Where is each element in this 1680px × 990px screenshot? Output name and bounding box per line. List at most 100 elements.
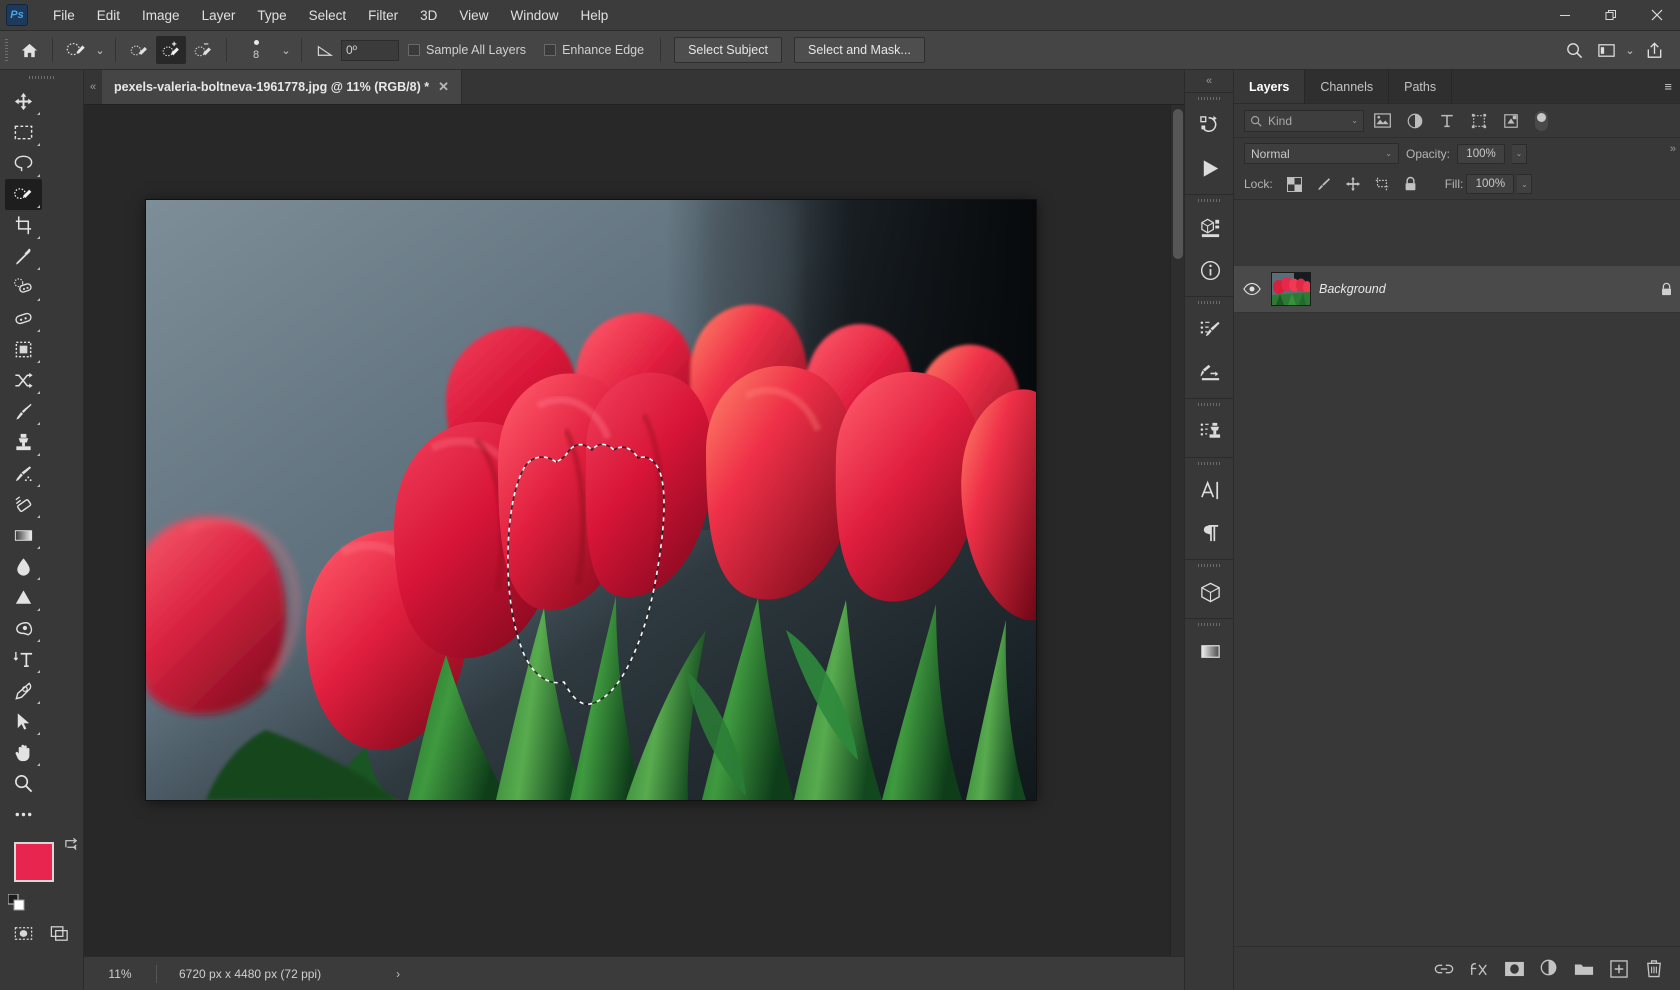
- minimize-button[interactable]: [1542, 0, 1588, 31]
- move-tool[interactable]: [5, 86, 42, 117]
- new-selection-mode-button[interactable]: [124, 36, 154, 64]
- subtract-from-selection-mode-button[interactable]: [188, 36, 218, 64]
- history-icon[interactable]: [1185, 104, 1235, 147]
- delete-layer-icon[interactable]: [1638, 954, 1670, 984]
- default-colors-icon[interactable]: [8, 894, 26, 912]
- menu-select[interactable]: Select: [298, 3, 358, 28]
- swap-colors-icon[interactable]: [63, 836, 80, 851]
- tab-layers[interactable]: Layers: [1234, 70, 1306, 103]
- pixel-layers-icon[interactable]: [1369, 109, 1396, 133]
- canvas-vertical-scrollbar[interactable]: [1170, 105, 1184, 956]
- clone-source-icon[interactable]: [1185, 410, 1235, 453]
- quick-selection-tool[interactable]: [5, 179, 42, 210]
- blur-tool[interactable]: [5, 551, 42, 582]
- layer-kind-filter[interactable]: Kind ⌄: [1244, 109, 1364, 132]
- rail-grip-5[interactable]: [1185, 458, 1233, 469]
- clone-stamp-tool[interactable]: [5, 427, 42, 458]
- panel-menu-icon[interactable]: ≡: [1664, 79, 1672, 94]
- workspace-chevron-down-icon[interactable]: ⌄: [1622, 44, 1638, 57]
- frame-tool[interactable]: [5, 334, 42, 365]
- rail-collapse-icon[interactable]: «: [1185, 70, 1233, 92]
- eyedropper-tool[interactable]: [5, 241, 42, 272]
- menu-file[interactable]: File: [42, 3, 86, 28]
- toolbox-grip[interactable]: [0, 70, 83, 84]
- options-bar-grip[interactable]: [0, 31, 13, 70]
- menu-view[interactable]: View: [448, 3, 499, 28]
- type-tool[interactable]: [5, 644, 42, 675]
- add-to-selection-mode-button[interactable]: [156, 36, 186, 64]
- menu-type[interactable]: Type: [246, 3, 297, 28]
- zoom-tool[interactable]: [5, 768, 42, 799]
- restore-button[interactable]: [1588, 0, 1634, 31]
- brush-tool[interactable]: [5, 396, 42, 427]
- brush-presets-icon[interactable]: [1185, 351, 1235, 394]
- lock-artboard-icon[interactable]: [1369, 173, 1395, 196]
- rectangular-marquee-tool[interactable]: [5, 117, 42, 148]
- blend-chevron-down-icon[interactable]: ⌄: [1385, 149, 1392, 158]
- gradient-tool[interactable]: [5, 520, 42, 551]
- rail-grip-7[interactable]: [1185, 619, 1233, 630]
- select-subject-button[interactable]: Select Subject: [674, 37, 782, 63]
- shuffle-tool[interactable]: [5, 365, 42, 396]
- brush-size-preview[interactable]: 8: [234, 39, 278, 61]
- menu-edit[interactable]: Edit: [86, 3, 131, 28]
- add-layer-mask-icon[interactable]: [1498, 954, 1530, 984]
- home-icon[interactable]: [14, 36, 44, 64]
- menu-layer[interactable]: Layer: [191, 3, 247, 28]
- tool-preset-chevron-down-icon[interactable]: ⌄: [92, 44, 108, 57]
- paragraph-icon[interactable]: [1185, 512, 1235, 555]
- link-layers-icon[interactable]: [1428, 954, 1460, 984]
- image-canvas[interactable]: [146, 200, 1036, 800]
- menu-window[interactable]: Window: [499, 3, 569, 28]
- menu-3d[interactable]: 3D: [409, 3, 448, 28]
- lock-position-icon[interactable]: [1340, 173, 1366, 196]
- quick-selection-preset-icon[interactable]: [61, 36, 91, 64]
- rail-grip-6[interactable]: [1185, 560, 1233, 571]
- rail-grip-4[interactable]: [1185, 399, 1233, 410]
- brush-chevron-down-icon[interactable]: ⌄: [278, 44, 294, 57]
- filter-toggle[interactable]: [1535, 110, 1548, 131]
- close-button[interactable]: [1634, 0, 1680, 31]
- canvas-area[interactable]: [84, 105, 1170, 956]
- fill-chevron-down-icon[interactable]: ⌄: [1517, 174, 1533, 194]
- document-tab-close-icon[interactable]: ✕: [438, 79, 449, 95]
- blend-mode-select[interactable]: Normal ⌄: [1244, 143, 1399, 164]
- menu-image[interactable]: Image: [131, 3, 191, 28]
- rail-grip-1[interactable]: [1185, 93, 1233, 104]
- new-group-icon[interactable]: [1568, 954, 1600, 984]
- lock-transparent-pixels-icon[interactable]: [1282, 173, 1308, 196]
- actions-play-icon[interactable]: [1185, 147, 1235, 190]
- quick-mask-icon[interactable]: [5, 918, 42, 949]
- brush-settings-icon[interactable]: [1185, 308, 1235, 351]
- status-expand-arrow-icon[interactable]: ›: [396, 967, 400, 981]
- rail-grip-2[interactable]: [1185, 195, 1233, 206]
- info-icon[interactable]: [1185, 249, 1235, 292]
- shape-layers-icon[interactable]: [1465, 109, 1492, 133]
- spot-healing-brush-tool[interactable]: [5, 272, 42, 303]
- type-layers-icon[interactable]: [1433, 109, 1460, 133]
- lock-image-pixels-icon[interactable]: [1311, 173, 1337, 196]
- pen-tool[interactable]: [5, 675, 42, 706]
- sample-all-layers-checkbox[interactable]: [408, 44, 420, 56]
- layer-style-fx-icon[interactable]: [1463, 954, 1495, 984]
- enhance-edge-checkbox[interactable]: [544, 44, 557, 56]
- crop-tool[interactable]: [5, 210, 42, 241]
- panel-collapse-icon[interactable]: »: [1670, 143, 1676, 155]
- opacity-chevron-down-icon[interactable]: ⌄: [1512, 143, 1528, 164]
- new-layer-icon[interactable]: [1603, 954, 1635, 984]
- menu-help[interactable]: Help: [569, 3, 619, 28]
- angle-input[interactable]: 0º: [341, 39, 399, 61]
- hand-tool[interactable]: [5, 737, 42, 768]
- fill-input[interactable]: 100%: [1466, 174, 1515, 194]
- 3d-properties-icon[interactable]: [1185, 206, 1235, 249]
- opacity-input[interactable]: 100%: [1457, 143, 1506, 164]
- history-brush-tool[interactable]: [5, 458, 42, 489]
- tabstrip-collapse-icon[interactable]: «: [84, 70, 102, 104]
- edit-toolbar-tool[interactable]: [5, 799, 42, 830]
- lock-all-icon[interactable]: [1398, 173, 1424, 196]
- smart-object-icon[interactable]: [1497, 109, 1524, 133]
- dodge-tool[interactable]: [5, 582, 42, 613]
- tab-channels[interactable]: Channels: [1305, 70, 1390, 103]
- zoom-level[interactable]: 11%: [84, 967, 156, 981]
- canvas-scroll-thumb[interactable]: [1173, 109, 1183, 259]
